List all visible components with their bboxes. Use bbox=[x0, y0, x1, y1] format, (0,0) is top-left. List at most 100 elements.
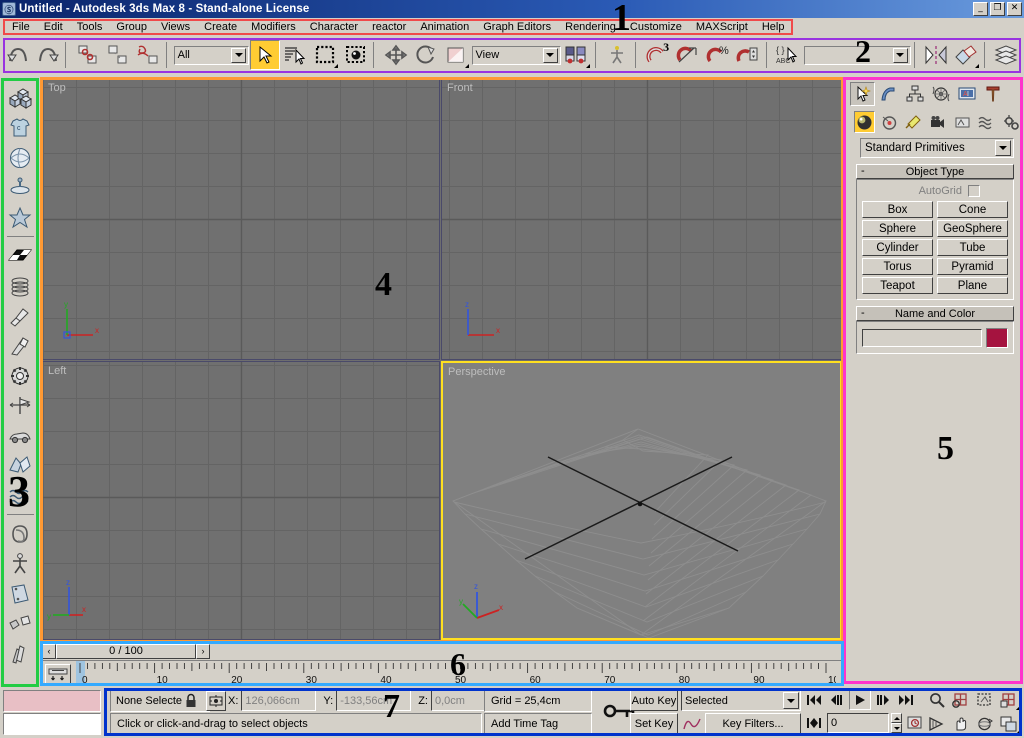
absolute-relative-transform-button[interactable] bbox=[206, 691, 226, 711]
unlink-selection-button[interactable] bbox=[103, 40, 133, 70]
chevron-down-icon[interactable] bbox=[995, 140, 1011, 156]
pan-view-icon[interactable] bbox=[949, 713, 972, 735]
coord-x-field[interactable]: 126,066cm bbox=[241, 690, 317, 711]
next-frame-button[interactable] bbox=[872, 690, 894, 710]
rectangular-selection-region-button[interactable] bbox=[310, 40, 340, 70]
select-object-button[interactable] bbox=[250, 40, 280, 70]
mirror-button[interactable] bbox=[921, 40, 951, 70]
set-key-button[interactable]: Set Key bbox=[630, 713, 678, 734]
object-type-button-cylinder[interactable]: Cylinder bbox=[862, 239, 933, 256]
tab-motion[interactable] bbox=[928, 82, 953, 106]
menu-item-maxscript[interactable]: MAXScript bbox=[689, 20, 755, 34]
auto-key-button[interactable]: Auto Key bbox=[630, 690, 678, 711]
chevron-down-icon[interactable] bbox=[542, 47, 558, 63]
selection-filter-dropdown[interactable]: All bbox=[173, 45, 250, 65]
current-frame-field[interactable]: 0 bbox=[827, 713, 889, 733]
edit-named-selection-sets-button[interactable]: { } ABC bbox=[773, 40, 803, 70]
next-frame-arrow[interactable]: › bbox=[196, 643, 210, 659]
menu-item-tools[interactable]: Tools bbox=[70, 20, 110, 34]
create-toy-car-button[interactable] bbox=[4, 421, 36, 450]
viewport-front[interactable]: Front z x bbox=[441, 78, 842, 360]
create-deforming-mesh-collection-button[interactable] bbox=[4, 203, 36, 232]
bind-to-space-warp-button[interactable] bbox=[133, 40, 163, 70]
rollout-collapse-icon[interactable]: - bbox=[861, 307, 865, 319]
set-key-curve-icon[interactable] bbox=[681, 713, 703, 734]
select-and-manipulate-button[interactable] bbox=[340, 40, 371, 70]
create-rigid-body-collection-button[interactable] bbox=[4, 83, 36, 112]
object-type-rollout-header[interactable]: - Object Type bbox=[856, 164, 1014, 179]
menu-item-rendering[interactable]: Rendering bbox=[558, 20, 623, 34]
zoom-all-icon[interactable] bbox=[949, 689, 972, 711]
create-cloth-collection-button[interactable]: c bbox=[4, 113, 36, 142]
previous-frame-button[interactable] bbox=[826, 690, 848, 710]
spinner-snap-toggle-button[interactable] bbox=[733, 40, 763, 70]
key-filter-set-dropdown[interactable]: Selected bbox=[681, 690, 801, 711]
object-color-swatch[interactable] bbox=[986, 328, 1008, 348]
name-and-color-rollout-header[interactable]: - Name and Color bbox=[856, 306, 1014, 321]
menu-item-reactor[interactable]: reactor bbox=[365, 20, 413, 34]
menu-item-group[interactable]: Group bbox=[109, 20, 154, 34]
rollout-collapse-icon[interactable]: - bbox=[861, 165, 865, 177]
create-prismatic-constraint-button[interactable] bbox=[4, 639, 36, 668]
select-and-link-button[interactable] bbox=[73, 40, 103, 70]
select-and-rotate-button[interactable] bbox=[411, 40, 441, 70]
go-to-start-button[interactable] bbox=[803, 690, 825, 710]
previous-frame-arrow[interactable]: ‹ bbox=[42, 643, 56, 659]
field-of-view-icon[interactable] bbox=[925, 713, 948, 735]
menu-item-character[interactable]: Character bbox=[303, 20, 365, 34]
select-and-move-button[interactable] bbox=[381, 40, 411, 70]
create-ragdoll-constraint-button[interactable] bbox=[4, 549, 36, 578]
create-rope-collection-button[interactable] bbox=[4, 173, 36, 202]
chevron-down-icon[interactable] bbox=[783, 692, 799, 709]
key-filters-button[interactable]: Key Filters... bbox=[705, 713, 801, 734]
menu-item-help[interactable]: Help bbox=[755, 20, 792, 34]
time-slider-thumb[interactable]: 0 / 100 bbox=[56, 643, 196, 659]
menu-item-animation[interactable]: Animation bbox=[413, 20, 476, 34]
redo-button[interactable] bbox=[33, 40, 63, 70]
create-angular-dashpot-button[interactable] bbox=[4, 331, 36, 360]
percent-snap-toggle-button[interactable]: % bbox=[703, 40, 733, 70]
layer-manager-button[interactable] bbox=[991, 40, 1021, 70]
tab-hierarchy[interactable] bbox=[902, 82, 927, 106]
create-water-button[interactable] bbox=[4, 481, 36, 510]
object-type-button-pyramid[interactable]: Pyramid bbox=[937, 258, 1008, 275]
menu-item-customize[interactable]: Customize bbox=[623, 20, 689, 34]
viewport-top[interactable]: Top y x z bbox=[42, 78, 440, 360]
maxscript-listener-pink[interactable] bbox=[3, 690, 101, 712]
key-mode-toggle-button[interactable] bbox=[803, 713, 825, 733]
track-bar[interactable]: 0 10 20 30 40 50 60 70 80 90 100 bbox=[42, 660, 842, 686]
reference-coordinate-system-dropdown[interactable]: View bbox=[471, 45, 561, 65]
select-by-name-button[interactable] bbox=[280, 40, 310, 70]
use-selection-center-button[interactable] bbox=[602, 40, 633, 70]
undo-button[interactable] bbox=[3, 40, 33, 70]
frame-spinner[interactable] bbox=[891, 713, 902, 733]
create-motor-button[interactable] bbox=[4, 361, 36, 390]
go-to-end-button[interactable] bbox=[895, 690, 917, 710]
menu-item-modifiers[interactable]: Modifiers bbox=[244, 20, 303, 34]
time-configuration-button[interactable] bbox=[904, 713, 926, 733]
create-spring-button[interactable] bbox=[4, 271, 36, 300]
open-mini-curve-editor-button[interactable] bbox=[45, 664, 71, 684]
create-hinge-constraint-button[interactable] bbox=[4, 579, 36, 608]
snaps-toggle-button[interactable]: 3 bbox=[642, 40, 673, 70]
restore-button[interactable]: ❐ bbox=[990, 2, 1005, 16]
category-geometry[interactable] bbox=[854, 111, 876, 133]
category-shapes[interactable] bbox=[878, 111, 900, 133]
tab-modify[interactable] bbox=[876, 82, 901, 106]
object-type-button-sphere[interactable]: Sphere bbox=[862, 220, 933, 237]
object-type-button-torus[interactable]: Torus bbox=[862, 258, 933, 275]
create-wind-button[interactable] bbox=[4, 391, 36, 420]
zoom-extents-icon[interactable] bbox=[973, 689, 1019, 711]
object-type-button-cone[interactable]: Cone bbox=[937, 201, 1008, 218]
maxscript-listener-white[interactable] bbox=[3, 713, 101, 735]
chevron-down-icon[interactable] bbox=[231, 47, 247, 63]
viewport-left[interactable]: Left z x y bbox=[42, 361, 440, 640]
autogrid-checkbox[interactable] bbox=[968, 185, 980, 197]
category-helpers[interactable] bbox=[951, 111, 974, 133]
category-lights[interactable] bbox=[902, 111, 925, 133]
category-cameras[interactable] bbox=[927, 111, 949, 133]
create-plane-button[interactable] bbox=[4, 241, 36, 270]
menu-item-views[interactable]: Views bbox=[154, 20, 197, 34]
object-type-button-box[interactable]: Box bbox=[862, 201, 933, 218]
add-time-tag[interactable]: Add Time Tag bbox=[484, 713, 592, 735]
